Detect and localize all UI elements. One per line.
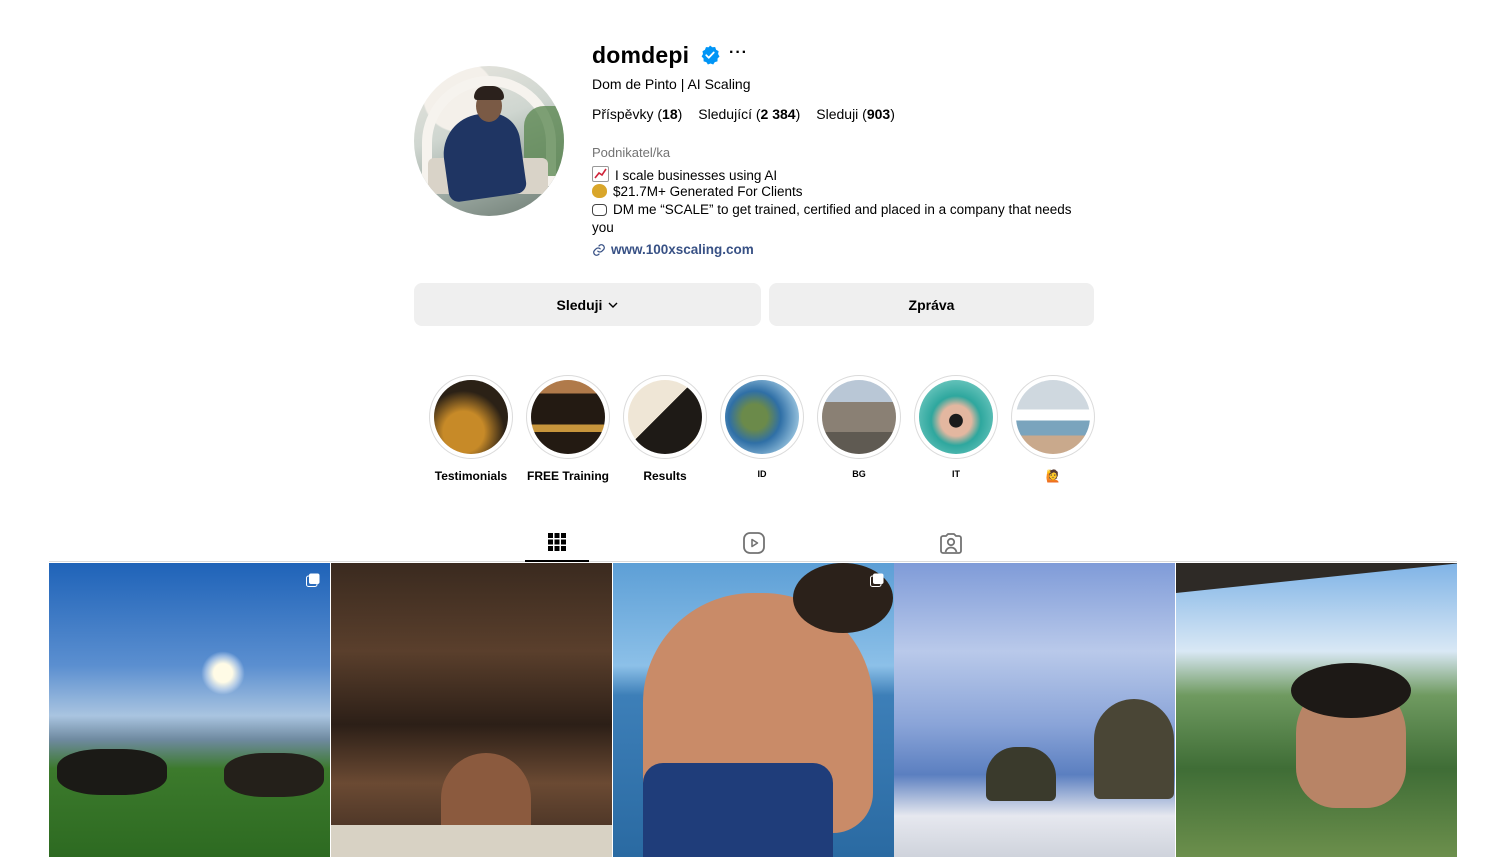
profile-avatar[interactable] xyxy=(414,66,564,216)
highlight-ring xyxy=(1011,375,1095,459)
following-button[interactable]: Sleduji xyxy=(414,283,761,326)
profile-category: Podnikatel/ka xyxy=(592,145,671,160)
message-button[interactable]: Zpráva xyxy=(769,283,1094,326)
highlight-cover xyxy=(531,380,605,454)
profile-website-link[interactable]: www.100xscaling.com xyxy=(592,242,754,257)
tagged-icon xyxy=(940,533,962,554)
highlight-ring xyxy=(817,375,901,459)
profile-stats: Příspěvky (18) Sledující (2 384) Sleduji… xyxy=(592,106,895,122)
bio-line: I scale businesses using AI xyxy=(592,166,777,183)
hair-shape xyxy=(1291,663,1411,718)
chart-increasing-icon xyxy=(592,166,609,182)
highlight-label: BG xyxy=(852,469,866,479)
tub-shape xyxy=(331,825,612,857)
highlight-label: Testimonials xyxy=(434,469,508,483)
horse-shape xyxy=(57,749,167,795)
highlight-cover xyxy=(919,380,993,454)
highlight-label: FREE Training xyxy=(526,469,609,483)
highlight-label: Results xyxy=(643,469,687,483)
highlight-it[interactable]: IT xyxy=(914,375,998,479)
tab-reels[interactable] xyxy=(722,524,786,562)
bio-line: you xyxy=(592,220,614,235)
highlight-results[interactable]: Results xyxy=(623,375,707,483)
post-thumbnail[interactable] xyxy=(1176,563,1457,857)
tab-posts[interactable] xyxy=(525,524,589,562)
stat-posts: Příspěvky (18) xyxy=(592,106,683,122)
more-options-button[interactable]: ··· xyxy=(729,44,748,62)
highlight-ring xyxy=(526,375,610,459)
sun-shape xyxy=(201,651,245,695)
highlight-cover xyxy=(725,380,799,454)
shorts-shape xyxy=(643,763,833,857)
verified-badge-icon xyxy=(701,45,720,65)
bio-line: DM me “SCALE” to get trained, certified … xyxy=(592,202,1072,217)
multiple-photos-icon xyxy=(306,573,320,587)
profile-username: domdepi xyxy=(592,42,690,68)
highlight-label: IT xyxy=(952,469,960,479)
highlight-label: 🙋 xyxy=(1045,469,1061,483)
roof-shape xyxy=(1176,563,1457,593)
highlight-ring xyxy=(623,375,707,459)
post-thumbnail[interactable] xyxy=(894,563,1175,857)
profile-full-name: Dom de Pinto | AI Scaling xyxy=(592,76,751,92)
highlight-emoji[interactable]: 🙋 xyxy=(1011,375,1095,483)
post-thumbnail[interactable] xyxy=(331,563,612,857)
highlight-cover xyxy=(1016,380,1090,454)
highlight-cover xyxy=(822,380,896,454)
highlight-cover xyxy=(628,380,702,454)
highlight-cover xyxy=(434,380,508,454)
grid-icon xyxy=(548,533,566,551)
multiple-photos-icon xyxy=(870,573,884,587)
stat-following[interactable]: Sleduji (903) xyxy=(816,106,895,122)
highlight-testimonials[interactable]: Testimonials xyxy=(429,375,513,483)
post-thumbnail[interactable] xyxy=(49,563,330,857)
tab-tagged[interactable] xyxy=(919,524,983,562)
highlight-ring xyxy=(429,375,513,459)
horse-shape xyxy=(224,753,324,797)
highlight-ring xyxy=(720,375,804,459)
highlight-bg[interactable]: BG xyxy=(817,375,901,479)
highlight-id[interactable]: ID xyxy=(720,375,804,479)
speech-balloon-icon xyxy=(592,204,607,216)
link-icon xyxy=(593,243,605,256)
highlight-label: ID xyxy=(757,469,767,479)
bio-line: $21.7M+ Generated For Clients xyxy=(592,184,802,199)
highlight-ring xyxy=(914,375,998,459)
rock-shape xyxy=(986,747,1056,801)
rock-shape xyxy=(1094,699,1174,799)
money-bag-icon xyxy=(592,184,607,198)
reels-icon xyxy=(743,532,765,554)
stat-followers[interactable]: Sledující (2 384) xyxy=(698,106,800,122)
highlight-free-training[interactable]: FREE Training xyxy=(526,375,610,483)
post-thumbnail[interactable] xyxy=(613,563,894,857)
chevron-down-icon xyxy=(608,302,618,308)
